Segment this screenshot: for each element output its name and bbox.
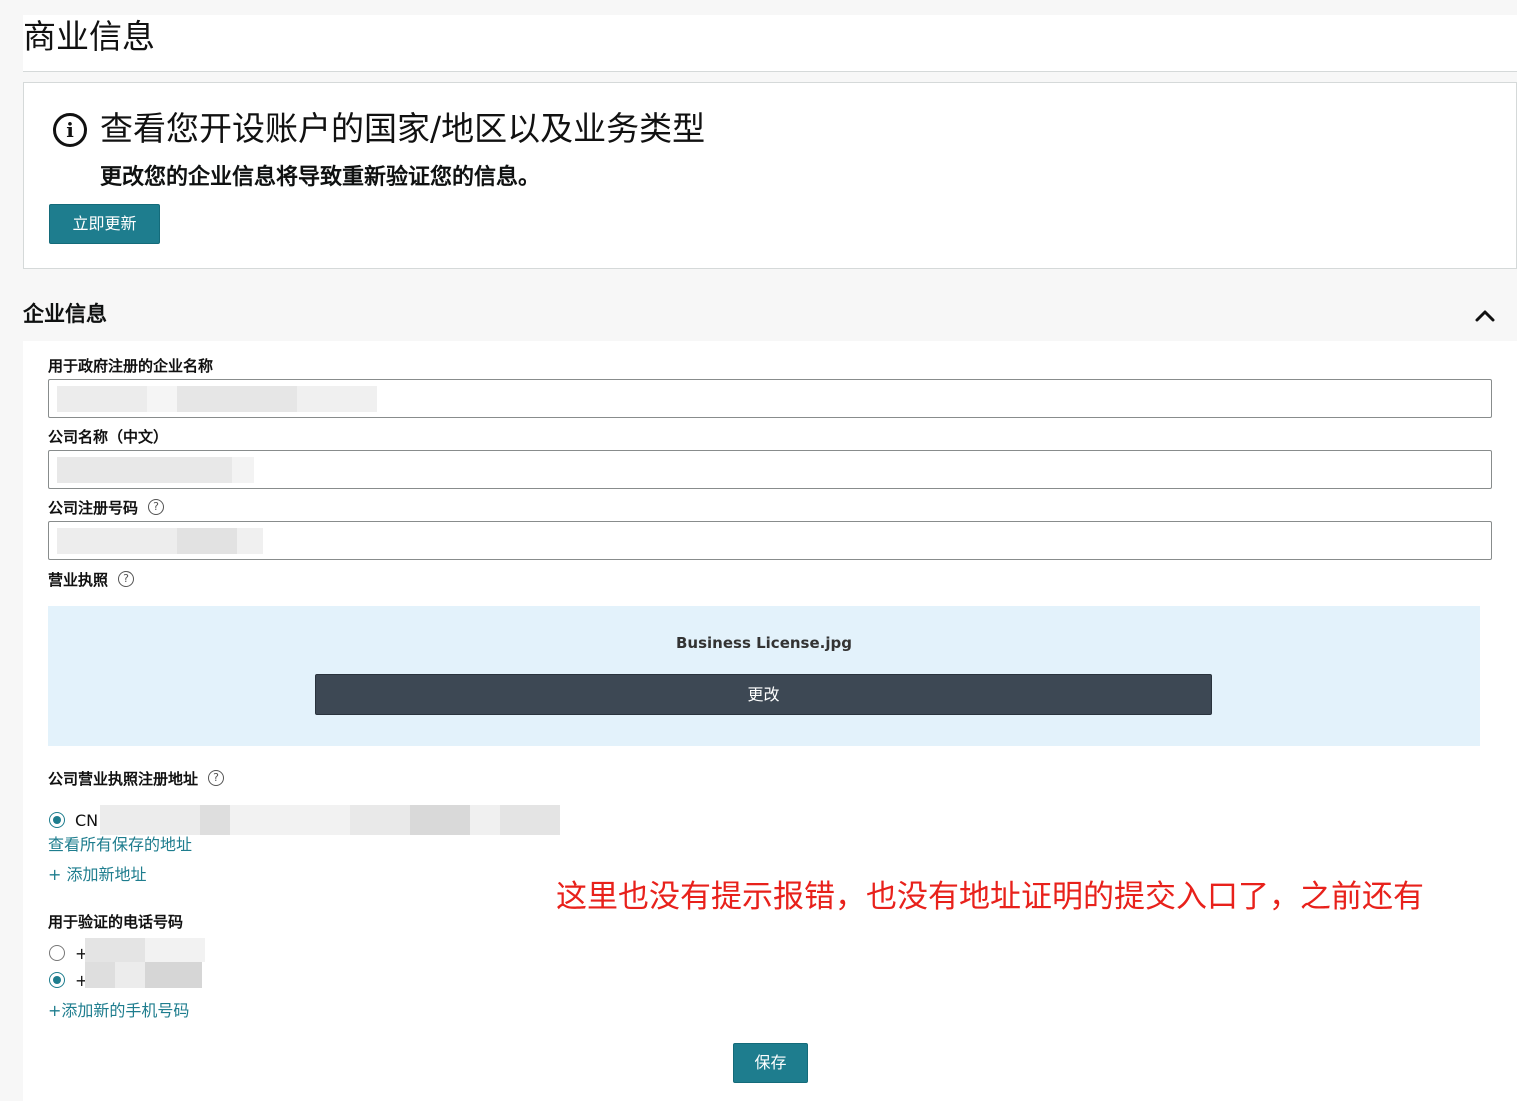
update-now-button[interactable]: 立即更新: [49, 204, 160, 244]
phone-label: 用于验证的电话号码: [48, 913, 184, 931]
gov-name-label: 用于政府注册的企业名称: [48, 357, 214, 375]
business-info-form: 用于政府注册的企业名称 公司名称（中文） 公司注册号码? 营业执照? Busin…: [23, 341, 1517, 1101]
info-icon: i: [53, 113, 87, 147]
help-icon[interactable]: ?: [148, 498, 165, 515]
redacted-address: [100, 805, 200, 835]
reg-number-input[interactable]: [48, 521, 1492, 560]
phone-radio-2[interactable]: [49, 972, 65, 988]
redacted-address: [350, 805, 410, 835]
view-all-addresses-link[interactable]: 查看所有保存的地址: [48, 835, 192, 855]
add-address-link[interactable]: + 添加新地址: [48, 865, 147, 885]
help-icon[interactable]: ?: [208, 769, 225, 786]
redacted-phone: [115, 962, 145, 988]
address-country: CN: [75, 811, 99, 830]
redacted-value: [297, 386, 377, 412]
redacted-value: [57, 457, 232, 483]
page-title: 商业信息: [23, 15, 1517, 72]
section-title: 企业信息: [23, 302, 107, 326]
redacted-address: [470, 805, 500, 835]
notice-subtext: 更改您的企业信息将导致重新验证您的信息。: [100, 165, 541, 190]
reg-number-label: 公司注册号码?: [48, 498, 165, 518]
redacted-value: [147, 386, 177, 412]
phone-radio-1[interactable]: [49, 945, 65, 961]
redacted-address: [230, 805, 350, 835]
change-license-button[interactable]: 更改: [315, 674, 1212, 715]
annotation-note: 这里也没有提示报错，也没有地址证明的提交入口了，之前还有: [556, 879, 1424, 915]
redacted-value: [177, 528, 237, 554]
add-phone-link[interactable]: +添加新的手机号码: [48, 1001, 189, 1021]
address-label-text: 公司营业执照注册地址: [48, 770, 199, 788]
redacted-value: [57, 528, 177, 554]
chevron-up-icon[interactable]: [1470, 300, 1500, 328]
license-upload-area: Business License.jpg 更改: [48, 606, 1480, 746]
redacted-address: [410, 805, 470, 835]
redacted-address: [200, 805, 230, 835]
redacted-value: [57, 386, 147, 412]
save-button[interactable]: 保存: [733, 1043, 808, 1083]
redacted-value: [237, 528, 263, 554]
business-license-label: 营业执照?: [48, 570, 135, 590]
notice-heading: 查看您开设账户的国家/地区以及业务类型: [100, 109, 706, 148]
redacted-value: [177, 386, 297, 412]
address-radio[interactable]: [49, 812, 65, 828]
business-license-label-text: 营业执照: [48, 571, 109, 589]
company-name-cn-input[interactable]: [48, 450, 1492, 489]
notice-box: i 查看您开设账户的国家/地区以及业务类型 更改您的企业信息将导致重新验证您的信…: [23, 82, 1517, 269]
redacted-address: [500, 805, 560, 835]
gov-name-input[interactable]: [48, 379, 1492, 418]
redacted-phone: [145, 938, 205, 962]
help-icon[interactable]: ?: [118, 570, 135, 587]
license-file-name: Business License.jpg: [676, 634, 852, 652]
address-label: 公司营业执照注册地址?: [48, 769, 225, 789]
company-name-cn-label: 公司名称（中文）: [48, 428, 169, 446]
redacted-phone: [85, 962, 115, 988]
redacted-phone: [145, 962, 202, 988]
redacted-value: [232, 457, 254, 483]
redacted-phone: [85, 938, 145, 962]
reg-number-label-text: 公司注册号码: [48, 499, 139, 517]
